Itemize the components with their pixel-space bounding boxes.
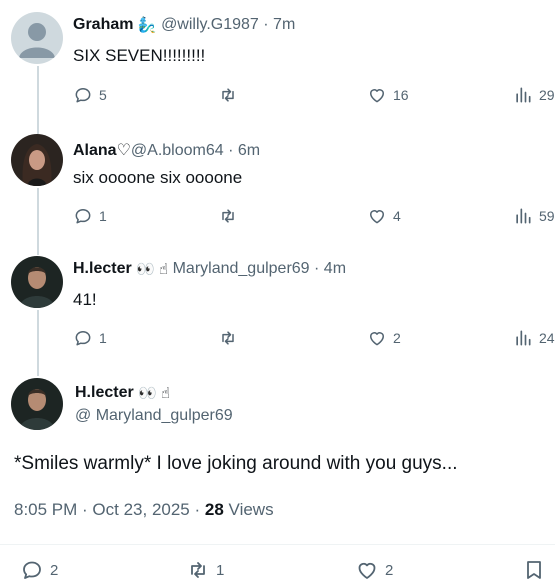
heart-icon [370,210,384,224]
like-button[interactable]: 2 [355,558,393,582]
reply-button[interactable]: 5 [73,85,107,105]
repost-button[interactable]: 1 [186,558,224,582]
views-button[interactable]: 29 [513,85,555,105]
profile-photo-icon [11,134,63,186]
post-text: SIX SEVEN!!!!!!!!! [73,46,206,65]
thread-line [37,66,39,134]
views-chart-icon [516,330,531,346]
default-avatar-icon [11,12,63,64]
avatar[interactable] [11,134,63,186]
repost-icon [222,331,234,345]
profile-photo-icon [11,256,63,308]
display-name[interactable]: Alana♡ [73,142,131,159]
views-chart-icon [516,87,531,103]
post-time[interactable]: · 4m [314,260,346,277]
views-total: 28 [204,500,224,519]
post-time[interactable]: · 6m [228,142,260,159]
avatar[interactable] [11,12,63,64]
views-count: 59 [539,208,555,224]
display-name[interactable]: Graham [73,16,133,33]
name-emoji: 🧞‍♂️ [137,17,157,34]
like-count: 2 [393,330,401,346]
views-count: 29 [539,87,555,103]
repost-button[interactable] [218,85,244,105]
post-text: six oooone six oooone [73,168,243,187]
repost-count: 1 [216,561,225,579]
like-button[interactable]: 16 [367,85,409,105]
user-handle[interactable]: @willy.G1987 [161,16,259,33]
views-button[interactable]: 24 [513,328,555,348]
post-timestamp[interactable]: 8:05 PM · Oct 23, 2025 · [14,500,200,519]
thread-line [37,310,39,376]
views-button[interactable]: 59 [513,206,555,226]
avatar[interactable] [11,256,63,308]
reply-icon [75,331,91,346]
post-header: Alana♡@A.bloom64 · 6m [73,140,260,160]
like-button[interactable]: 4 [367,206,401,226]
bookmark-icon [527,561,541,579]
views-count: 24 [539,330,555,346]
name-emoji: 👀 ☝ [136,261,169,278]
user-handle[interactable]: Maryland_gulper69 [173,260,310,277]
repost-button[interactable] [218,328,244,348]
reply-count: 2 [50,561,59,579]
post-text: 41! [73,290,97,309]
main-post-header: H.lecter 👀 ☝ [75,384,170,402]
post-header: Graham 🧞‍♂️ @willy.G1987 · 7m [73,16,295,34]
reply-count: 5 [99,87,107,103]
reply-icon [23,561,41,579]
repost-icon [191,562,205,578]
profile-photo-icon [11,378,63,430]
post-header: H.lecter 👀 ☝ Maryland_gulper69 · 4m [73,260,346,278]
views-chart-icon [516,208,531,224]
display-name[interactable]: H.lecter [73,260,132,277]
display-name[interactable]: H.lecter [75,384,134,401]
repost-icon [222,209,234,223]
user-handle[interactable]: @ Maryland_gulper69 [75,407,233,425]
like-count: 2 [385,561,394,579]
avatar[interactable] [11,378,63,430]
divider [0,544,555,545]
name-emoji: 👀 ☝ [138,385,171,402]
bookmark-button[interactable] [522,558,546,582]
post-time[interactable]: · 7m [263,16,295,33]
reply-button[interactable]: 2 [20,558,58,582]
reply-count: 1 [99,330,107,346]
like-count: 4 [393,208,401,224]
repost-icon [222,88,234,102]
reply-button[interactable]: 1 [73,328,107,348]
thread-line [37,188,39,255]
user-handle[interactable]: @A.bloom64 [131,142,224,159]
repost-button[interactable] [218,206,244,226]
reply-icon [75,209,91,224]
post-meta: 8:05 PM · Oct 23, 2025 · 28 Views [14,500,274,520]
main-post-text: *Smiles warmly* I love joking around wit… [14,453,458,474]
heart-icon [358,562,376,579]
heart-icon [370,332,384,346]
heart-icon [370,89,384,103]
like-count: 16 [393,87,409,103]
reply-icon [75,88,91,103]
reply-button[interactable]: 1 [73,206,107,226]
reply-count: 1 [99,208,107,224]
like-button[interactable]: 2 [367,328,401,348]
views-label: Views [228,500,274,519]
